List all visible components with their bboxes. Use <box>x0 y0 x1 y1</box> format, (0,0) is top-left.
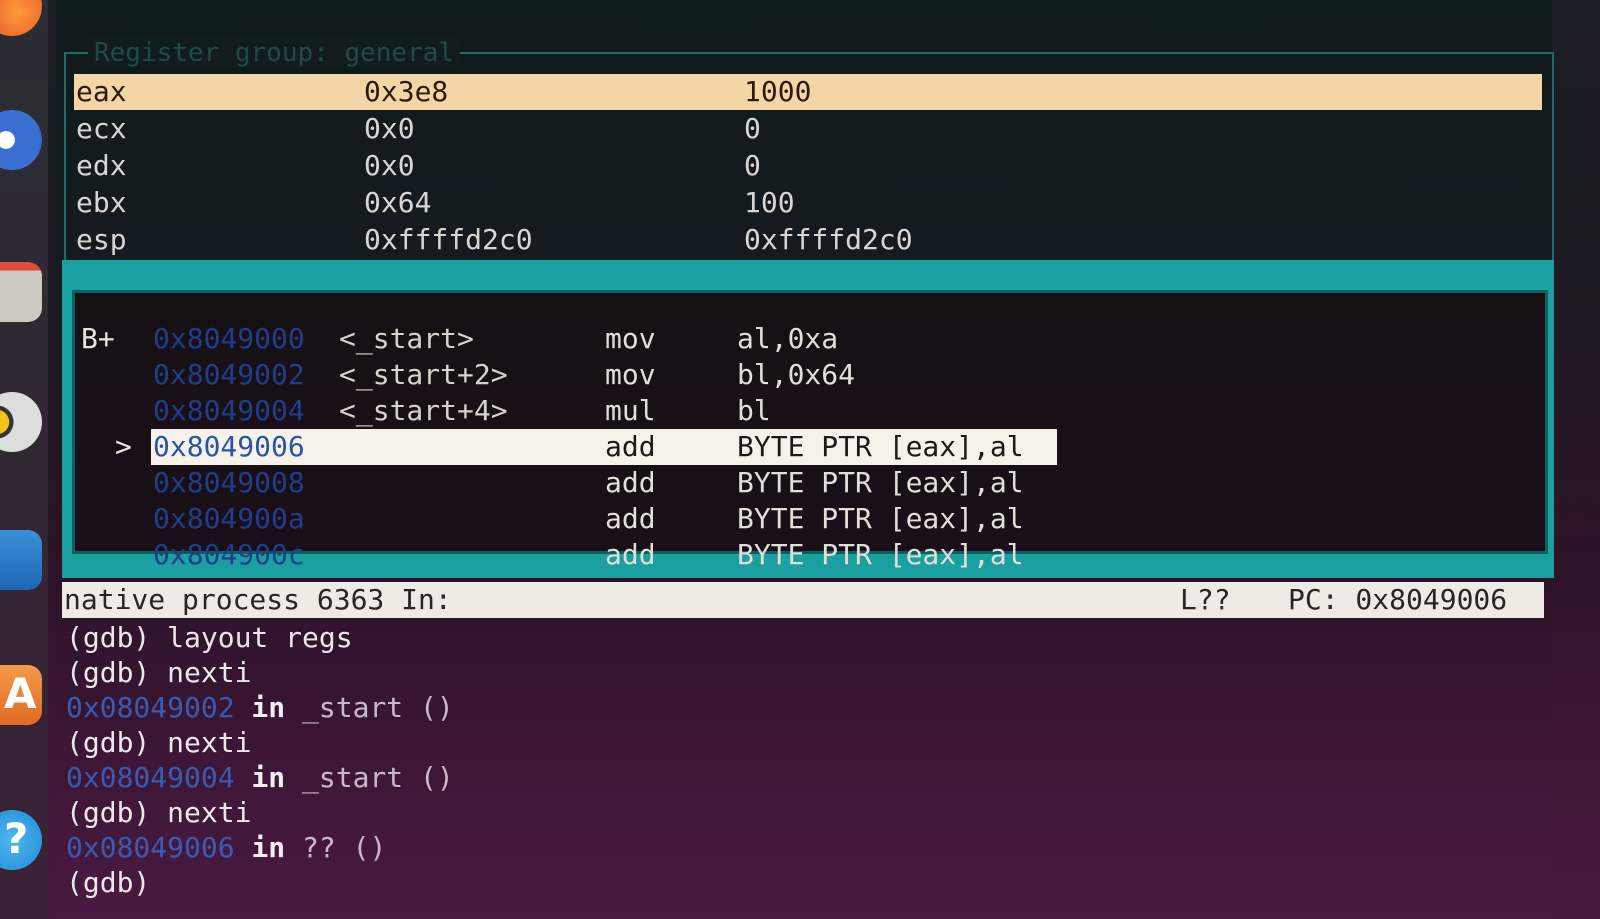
register-name: esp <box>76 223 127 256</box>
instruction-operands: BYTE PTR [eax],al <box>737 538 1024 571</box>
location-function: _start () <box>302 761 454 794</box>
instruction-row: 0x804900c add BYTE PTR [eax],al <box>75 537 1545 573</box>
instruction-address: 0x8049000 <box>153 322 305 355</box>
register-name: ebx <box>76 186 127 219</box>
instruction-row: 0x8049008 add BYTE PTR [eax],al <box>75 465 1545 501</box>
status-process: native process 6363 In: <box>64 583 452 616</box>
location-in: in <box>234 831 303 864</box>
current-line-caret: > <box>115 430 132 463</box>
instruction-opcode: mul <box>605 394 656 427</box>
command-console[interactable]: (gdb) layout regs (gdb) nexti 0x08049002 i… <box>66 620 1536 910</box>
instruction-address: 0x8049006 <box>153 430 305 463</box>
gdb-prompt-line: (gdb) nexti <box>66 656 252 689</box>
location-address: 0x08049002 <box>66 691 235 724</box>
instruction-opcode: add <box>605 466 656 499</box>
location-in: in <box>234 691 303 724</box>
rhythmbox-icon[interactable] <box>0 392 42 452</box>
location-address: 0x08049004 <box>66 761 235 794</box>
status-line-number: L?? <box>1180 583 1231 616</box>
register-row-ebx: ebx 0x64 100 <box>74 185 1542 221</box>
instruction-symbol: <_start> <box>339 322 474 355</box>
register-row-eax: eax 0x3e8 1000 <box>74 74 1542 110</box>
instruction-operands: BYTE PTR [eax],al <box>737 430 1024 463</box>
gdb-location-line: 0x08049006 in ?? () <box>66 830 386 866</box>
register-natural-value: 100 <box>744 186 795 219</box>
register-pane: Register group: general eax 0x3e8 1000 ecx 0… <box>64 38 1554 264</box>
firefox-icon[interactable] <box>0 0 42 36</box>
gdb-prompt-line: (gdb) <box>66 866 151 899</box>
register-hex-value: 0x0 <box>364 112 415 145</box>
instruction-address: 0x8049004 <box>153 394 305 427</box>
register-row-ecx: ecx 0x0 0 <box>74 111 1542 147</box>
register-hex-value: 0x64 <box>364 186 432 219</box>
instruction-address: 0x8049002 <box>153 358 305 391</box>
instruction-row: 0x804900a add BYTE PTR [eax],al <box>75 501 1545 537</box>
location-function: ?? () <box>302 831 387 864</box>
status-bar: native process 6363 In: L?? PC: 0x804900… <box>62 582 1544 618</box>
instruction-row: 0x8049002 <_start+2> mov bl,0x64 <box>75 357 1545 393</box>
gdb-prompt-line: (gdb) nexti <box>66 796 252 829</box>
help-icon[interactable]: ? <box>0 810 42 870</box>
register-pane-title: Register group: general <box>88 38 461 68</box>
register-natural-value: 0 <box>744 149 761 182</box>
gdb-location-line: 0x08049002 in _start () <box>66 690 454 726</box>
writer-icon[interactable] <box>0 530 42 590</box>
software-center-icon[interactable]: A <box>0 665 42 725</box>
gdb-prompt-line: (gdb) layout regs <box>66 621 353 654</box>
location-address: 0x08049006 <box>66 831 235 864</box>
register-row-esp: esp 0xffffd2c0 0xffffd2c0 <box>74 222 1542 258</box>
assembly-pane-frame: B+ 0x8049000 <_start> mov al,0xa 0x8049002 <_s… <box>62 260 1554 578</box>
register-natural-value: 1000 <box>744 75 812 108</box>
instruction-opcode: add <box>605 538 656 571</box>
current-instruction-row: >0x8049006 add BYTE PTR [eax],al <box>75 429 1545 465</box>
software-center-glyph: A <box>4 669 37 718</box>
instruction-operands: BYTE PTR [eax],al <box>737 466 1024 499</box>
location-in: in <box>234 761 303 794</box>
instruction-address: 0x8049008 <box>153 466 305 499</box>
instruction-address: 0x804900c <box>153 538 305 571</box>
location-function: _start () <box>302 691 454 724</box>
instruction-row: 0x8049004 <_start+4> mul bl <box>75 393 1545 429</box>
instruction-symbol: <_start+4> <box>339 394 508 427</box>
instruction-operands: BYTE PTR [eax],al <box>737 502 1024 535</box>
register-natural-value: 0 <box>744 112 761 145</box>
instruction-operands: bl,0x64 <box>737 358 856 391</box>
register-row-edx: edx 0x0 0 <box>74 148 1542 184</box>
breakpoint-marker: B+ <box>81 322 115 355</box>
instruction-operands: bl <box>737 394 771 427</box>
register-name: eax <box>76 75 127 108</box>
help-glyph: ? <box>4 814 29 863</box>
instruction-opcode: add <box>605 502 656 535</box>
register-hex-value: 0xffffd2c0 <box>364 223 533 256</box>
instruction-row: B+ 0x8049000 <_start> mov al,0xa <box>75 321 1545 357</box>
instruction-opcode: mov <box>605 358 656 391</box>
instruction-opcode: add <box>605 430 656 463</box>
instruction-opcode: mov <box>605 322 656 355</box>
register-hex-value: 0x3e8 <box>364 75 449 108</box>
register-natural-value: 0xffffd2c0 <box>744 223 913 256</box>
thunderbird-icon[interactable] <box>0 110 42 170</box>
files-icon[interactable] <box>0 262 42 322</box>
register-name: ecx <box>76 112 127 145</box>
register-name: edx <box>76 149 127 182</box>
instruction-symbol: <_start+2> <box>339 358 508 391</box>
launcher: A ? <box>0 0 48 919</box>
gdb-location-line: 0x08049004 in _start () <box>66 760 454 796</box>
gdb-prompt-line: (gdb) nexti <box>66 726 252 759</box>
gdb-terminal[interactable]: Register group: general eax 0x3e8 1000 ecx 0… <box>56 0 1554 919</box>
assembly-pane: B+ 0x8049000 <_start> mov al,0xa 0x8049002 <_s… <box>72 290 1548 571</box>
instruction-address: 0x804900a <box>153 502 305 535</box>
register-hex-value: 0x0 <box>364 149 415 182</box>
instruction-operands: al,0xa <box>737 322 839 355</box>
status-program-counter: PC: 0x8049006 <box>1288 583 1508 616</box>
